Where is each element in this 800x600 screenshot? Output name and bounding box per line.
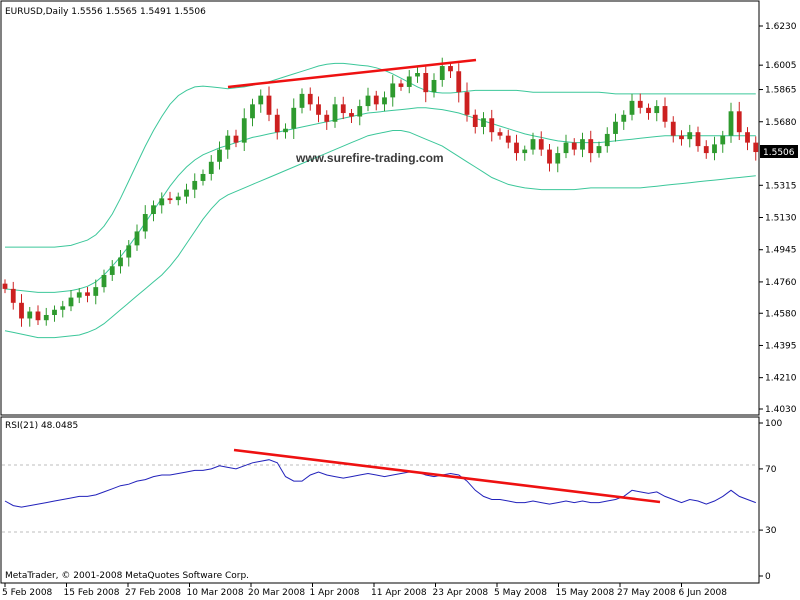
price-axis: 1.6230 1.6005 1.5865 1.5680 1.5315 1.5130 1.49… — [759, 22, 797, 415]
date-tick-label: 27 May 2008 — [617, 588, 676, 598]
price-pane: EURUSD,Daily 1.5556 1.5565 1.5491 1.5506… — [0, 0, 760, 416]
rsi-tick-label: 100 — [765, 419, 782, 429]
rsi-label: RSI(21) 48.0485 — [5, 421, 78, 431]
price-tick-label: 1.4210 — [765, 374, 797, 384]
date-tick-label: 5 Feb 2008 — [2, 588, 53, 598]
date-tick-label: 5 May 2008 — [494, 588, 547, 598]
copyright-text: MetaTrader, © 2001-2008 MetaQuotes Softw… — [5, 571, 249, 581]
rsi-tick-label: 70 — [765, 465, 777, 475]
price-tick-label: 1.6230 — [765, 22, 797, 32]
date-tick-label: 23 Apr 2008 — [433, 588, 489, 598]
metatrader-chart-window: EURUSD,Daily 1.5556 1.5565 1.5491 1.5506… — [0, 0, 798, 598]
price-tick-label: 1.5865 — [765, 86, 797, 96]
price-tick-label: 1.4580 — [765, 309, 797, 319]
rsi-pane: RSI(21) 48.0485 MetaTrader, © 2001-2008 … — [0, 416, 760, 584]
date-tick-label: 10 Mar 2008 — [187, 588, 244, 598]
date-tick-label: 15 Feb 2008 — [64, 588, 120, 598]
price-tick-label: 1.5315 — [765, 181, 797, 191]
time-axis: 5 Feb 2008 15 Feb 2008 27 Feb 2008 10 Mar 2… — [2, 583, 727, 598]
rsi-axis: 100 70 30 0 — [759, 419, 782, 582]
current-price-label: 1.5506 — [763, 148, 795, 158]
price-tick-label: 1.4945 — [765, 246, 797, 256]
price-tick-label: 1.4030 — [765, 405, 797, 415]
chart-symbol-header: EURUSD,Daily 1.5556 1.5565 1.5491 1.5506 — [5, 7, 206, 17]
price-tick-label: 1.5680 — [765, 118, 797, 128]
current-price-badge: 1.5506 — [760, 145, 798, 158]
watermark-text: www.surefire-trading.com — [295, 151, 444, 165]
price-tick-label: 1.5130 — [765, 214, 797, 224]
date-tick-label: 6 Jun 2008 — [679, 588, 728, 598]
date-tick-label: 20 Mar 2008 — [248, 588, 305, 598]
price-tick-label: 1.4760 — [765, 278, 797, 288]
date-tick-label: 27 Feb 2008 — [125, 588, 181, 598]
rsi-tick-label: 30 — [765, 526, 777, 536]
date-tick-label: 15 May 2008 — [556, 588, 615, 598]
price-tick-label: 1.4395 — [765, 341, 797, 351]
date-tick-label: 11 Apr 2008 — [371, 588, 427, 598]
date-tick-label: 1 Apr 2008 — [310, 588, 360, 598]
price-tick-label: 1.6005 — [765, 61, 797, 71]
rsi-tick-label: 0 — [765, 572, 771, 582]
